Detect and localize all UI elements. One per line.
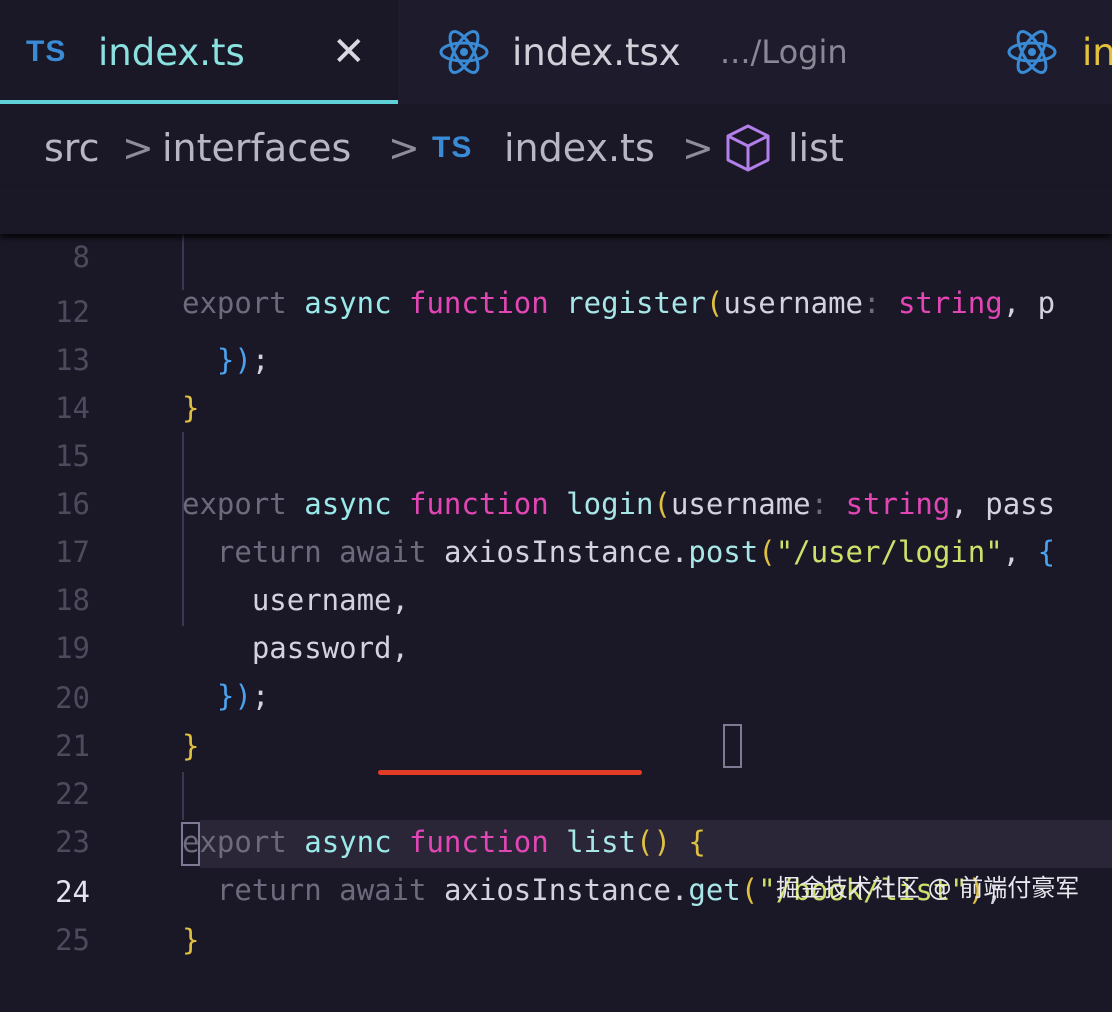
code-line: 21 (0, 674, 1112, 763)
code-line: 15 export async function login(username:… (0, 384, 1112, 521)
code-editor[interactable]: 8 export async function register(usernam… (0, 0, 1112, 957)
code-line-active: 24 } (0, 820, 1112, 957)
code-line: 18 password, (0, 528, 1112, 665)
code-text: } (182, 923, 200, 957)
code-line: 16 return await axiosInstance.post("/use… (0, 432, 1112, 569)
watermark: 掘金技术社区 @ 前端付豪军 (776, 874, 1080, 902)
annotation-underline (378, 770, 642, 775)
code-line: 20 } (0, 626, 1112, 763)
code-text: export async function register(username:… (182, 286, 1056, 320)
bracket-match-highlight (723, 724, 742, 768)
code-line: 23 return await axiosInstance.get("/book… (0, 770, 1112, 907)
line-number: 25 (55, 923, 90, 957)
code-line: 19 }); (0, 576, 1112, 713)
code-line: 8 export async function register(usernam… (0, 188, 1112, 320)
code-line: 14 (0, 336, 1112, 425)
code-line: 17 username, (0, 480, 1112, 617)
code-line: 22 export async function list() { (0, 722, 1112, 859)
sticky-scroll-header[interactable]: 8 export async function register(usernam… (0, 188, 1112, 320)
line-number: 8 (72, 240, 90, 274)
bracket-match-highlight (181, 822, 200, 866)
